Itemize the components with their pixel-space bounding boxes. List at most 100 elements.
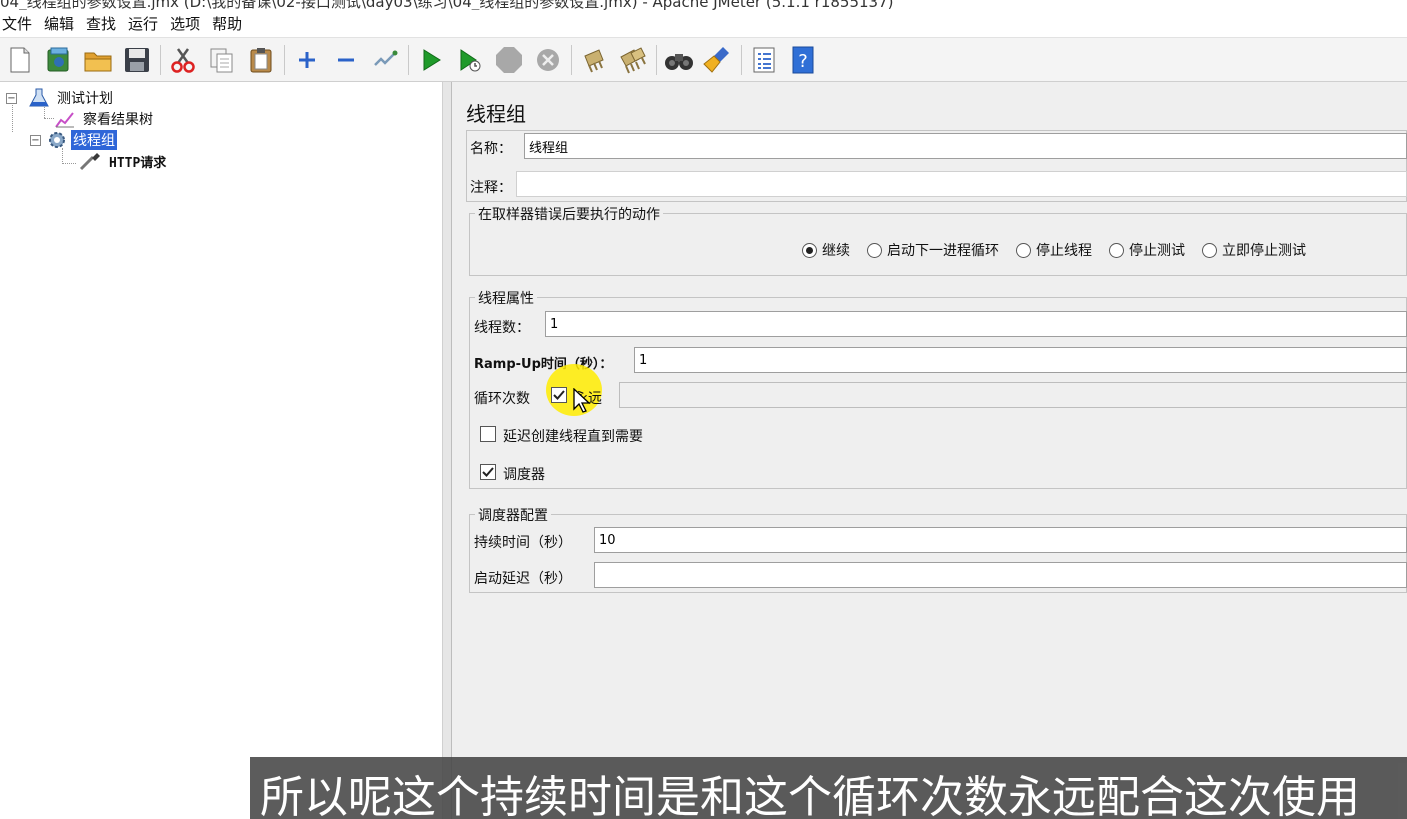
templates-button[interactable]	[43, 44, 75, 76]
radio-button[interactable]	[802, 242, 817, 258]
menu-bar: 文件 编辑 查找 运行 选项 帮助	[0, 10, 1407, 38]
expand-icon	[299, 51, 315, 68]
toggle-button[interactable]	[369, 44, 401, 76]
paste-icon	[250, 47, 272, 72]
name-label: 名称：	[470, 141, 512, 157]
start-no-timers-button[interactable]	[454, 44, 486, 76]
tree-label: 测试计划	[57, 91, 113, 107]
toolbar-separator	[656, 44, 657, 75]
stop-button[interactable]	[493, 44, 525, 76]
check-icon	[553, 390, 565, 400]
function-helper-button[interactable]	[748, 44, 780, 76]
collapse-toggle-icon[interactable]: −	[6, 92, 17, 104]
scheduler-checkbox[interactable]	[480, 464, 496, 480]
tree-node-test-plan[interactable]: − 测试计划	[6, 88, 115, 108]
copy-button[interactable]	[206, 44, 238, 76]
toolbar-separator	[160, 44, 161, 75]
radio-stop-test-now[interactable]: 立即停止测试	[1202, 240, 1306, 260]
thread-properties-title: 线程属性	[475, 288, 537, 308]
radio-label: 立即停止测试	[1222, 243, 1306, 259]
toolbar-separator	[741, 44, 742, 75]
chart-icon	[55, 112, 74, 128]
menu-edit[interactable]: 编辑	[44, 13, 74, 34]
flask-icon	[29, 88, 49, 107]
save-button[interactable]	[121, 44, 153, 76]
cut-icon	[171, 47, 195, 73]
duration-label: 持续时间（秒）	[474, 535, 572, 551]
radio-stop-thread[interactable]: 停止线程	[1016, 240, 1092, 260]
startup-delay-field[interactable]	[594, 562, 1407, 588]
reset-search-button[interactable]	[702, 44, 734, 76]
error-action-title: 在取样器错误后要执行的动作	[475, 204, 663, 224]
radio-button[interactable]	[867, 242, 882, 258]
start-button[interactable]	[415, 44, 447, 76]
open-icon	[84, 52, 112, 71]
shutdown-button[interactable]	[532, 44, 564, 76]
loop-count-label: 循环次数	[474, 391, 530, 407]
stop-icon	[496, 46, 522, 73]
duration-field[interactable]	[594, 527, 1407, 553]
new-icon	[10, 47, 30, 72]
clear-button[interactable]	[578, 44, 610, 76]
svg-text:?: ?	[798, 51, 808, 72]
paste-button[interactable]	[245, 44, 277, 76]
name-field[interactable]	[524, 133, 1407, 159]
expand-button[interactable]	[291, 44, 323, 76]
loop-count-field[interactable]	[619, 382, 1407, 408]
tree-node-view-results[interactable]: 察看结果树	[54, 109, 155, 129]
tree-line	[62, 163, 76, 164]
collapse-icon	[338, 58, 354, 61]
search-icon	[665, 53, 693, 70]
tree-node-thread-group[interactable]: − 线程组	[30, 129, 117, 151]
comment-label: 注释：	[470, 180, 512, 196]
menu-file[interactable]: 文件	[2, 13, 32, 34]
radio-label: 启动下一进程循环	[887, 243, 999, 259]
search-button[interactable]	[663, 44, 695, 76]
radio-label: 继续	[822, 243, 850, 259]
rampup-field[interactable]	[634, 347, 1407, 373]
toolbar-separator	[284, 44, 285, 75]
radio-continue[interactable]: 继续	[802, 240, 850, 260]
radio-button[interactable]	[1016, 242, 1031, 258]
toolbar-separator	[571, 44, 572, 75]
threads-label: 线程数：	[474, 320, 530, 336]
startup-delay-label: 启动延迟（秒）	[474, 571, 572, 587]
subtitle-text: 所以呢这个持续时间是和这个循环次数永远配合这次使用	[260, 772, 1360, 819]
clear-all-button[interactable]	[617, 44, 649, 76]
delay-thread-creation-label: 延迟创建线程直到需要	[503, 429, 643, 445]
templates-icon	[47, 47, 69, 71]
open-button[interactable]	[82, 44, 114, 76]
comment-field[interactable]	[516, 171, 1407, 197]
help-button[interactable]: ?	[787, 44, 819, 76]
tree-node-http-request[interactable]: HTTP请求	[78, 151, 168, 171]
new-button[interactable]	[4, 44, 36, 76]
clear-all-icon	[620, 46, 646, 73]
start-no-timers-icon	[460, 48, 481, 71]
threads-field[interactable]	[545, 311, 1407, 337]
splitter-handle[interactable]	[443, 82, 452, 819]
radio-label: 停止测试	[1129, 243, 1185, 259]
tree-label-selected: 线程组	[71, 130, 117, 150]
collapse-toggle-icon[interactable]: −	[30, 134, 41, 146]
cut-button[interactable]	[167, 44, 199, 76]
forever-checkbox[interactable]	[551, 387, 567, 403]
toggle-icon	[374, 50, 398, 66]
radio-label: 停止线程	[1036, 243, 1092, 259]
radio-button[interactable]	[1109, 242, 1124, 258]
radio-start-next-loop[interactable]: 启动下一进程循环	[867, 240, 999, 260]
pipette-icon	[79, 153, 100, 171]
scheduler-label: 调度器	[503, 467, 545, 483]
menu-search[interactable]: 查找	[86, 13, 116, 34]
start-icon	[423, 48, 441, 71]
menu-options[interactable]: 选项	[170, 13, 200, 34]
radio-stop-test[interactable]: 停止测试	[1109, 240, 1185, 260]
save-icon	[125, 47, 149, 72]
menu-help[interactable]: 帮助	[212, 13, 242, 34]
tree-label: 察看结果树	[83, 112, 153, 128]
menu-run[interactable]: 运行	[128, 13, 158, 34]
shutdown-icon	[537, 48, 559, 71]
collapse-button[interactable]	[330, 44, 362, 76]
radio-button[interactable]	[1202, 242, 1217, 258]
title-bar: 04_线程组的参数设置.jmx (D:\我的备课\02-接口测试\day03\练…	[0, 0, 1407, 10]
delay-thread-creation-checkbox[interactable]	[480, 426, 496, 442]
